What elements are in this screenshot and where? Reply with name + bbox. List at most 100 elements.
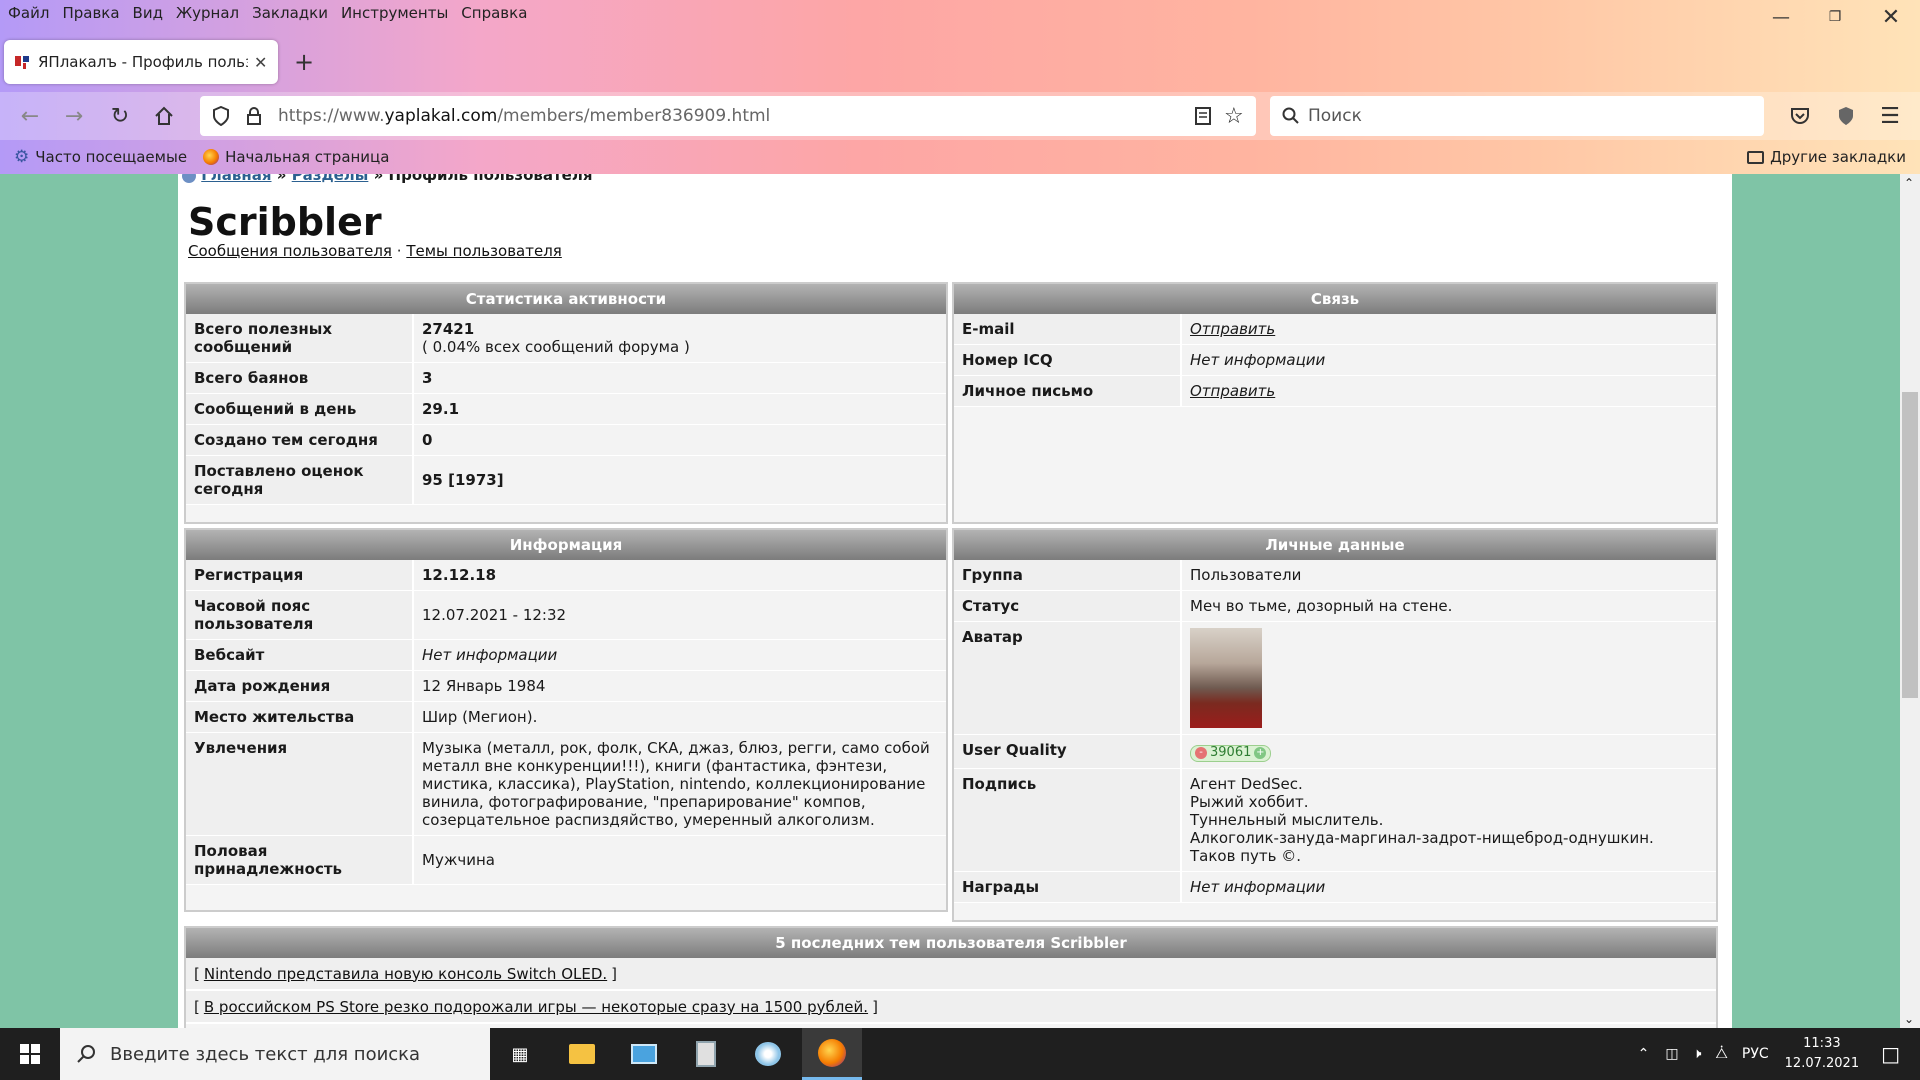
paint-button[interactable] <box>738 1028 798 1080</box>
personal-header: Личные данные <box>954 530 1716 560</box>
back-button[interactable]: ← <box>16 102 44 130</box>
row-label: Место жительства <box>186 702 414 732</box>
forward-button[interactable]: → <box>60 102 88 130</box>
user-quality-badge: - 39061 + <box>1190 744 1272 762</box>
start-button[interactable] <box>0 1028 60 1080</box>
row-label: Регистрация <box>186 560 414 590</box>
vertical-scrollbar[interactable]: ⌃ ⌄ <box>1900 174 1920 1028</box>
scroll-down-icon[interactable]: ⌄ <box>1904 1012 1914 1026</box>
table-row: Половая принадлежность Мужчина <box>186 836 946 885</box>
breadcrumb-home[interactable]: Главная <box>201 174 271 184</box>
topic-link[interactable]: Nintendo представила новую консоль Switc… <box>204 965 607 983</box>
clock[interactable]: 11:33 12.07.2021 <box>1785 1034 1859 1074</box>
user-topics-link[interactable]: Темы пользователя <box>406 242 562 260</box>
bookmark-star-icon[interactable]: ☆ <box>1224 104 1244 129</box>
total-posts-share: ( 0.04% всех сообщений форума ) <box>422 338 690 356</box>
explorer-button[interactable] <box>552 1028 612 1080</box>
clock-time: 11:33 <box>1803 1036 1841 1051</box>
bracket: ] <box>872 997 878 1016</box>
close-window-button[interactable]: ✕ <box>1862 0 1920 34</box>
new-tab-button[interactable]: + <box>294 48 314 76</box>
breadcrumb-sections[interactable]: Разделы <box>292 174 369 184</box>
table-row: Место жительства Шир (Мегион). <box>186 702 946 733</box>
control-panel-icon <box>631 1044 657 1064</box>
private-message-link[interactable]: Отправить <box>1182 376 1716 406</box>
bookmark-home-label: Начальная страница <box>225 148 390 166</box>
bookmark-other-label: Другие закладки <box>1770 148 1906 166</box>
lock-icon[interactable] <box>246 106 262 126</box>
list-item: [Nintendo представила новую консоль Swit… <box>186 958 1716 991</box>
address-bar[interactable]: https://www.yaplakal.com/members/member8… <box>200 96 1256 136</box>
task-view-button[interactable]: ▦ <box>490 1028 550 1080</box>
table-row: Создано тем сегодня 0 <box>186 425 946 456</box>
calculator-icon <box>696 1041 716 1067</box>
app-menu-button[interactable]: ☰ <box>1876 102 1904 130</box>
info-header: Информация <box>186 530 946 560</box>
wifi-icon[interactable]: ⧊ <box>1715 1046 1728 1062</box>
list-item: [В российском PS Store резко подорожали … <box>186 991 1716 1024</box>
scroll-thumb[interactable] <box>1902 392 1918 698</box>
menu-tools[interactable]: Инструменты <box>341 4 448 22</box>
firefox-taskbar-button[interactable] <box>802 1028 862 1080</box>
info-panel: Информация Регистрация 12.12.18 Часовой п… <box>184 528 948 912</box>
taskbar-search-placeholder: Введите здесь текст для поиска <box>110 1043 421 1065</box>
table-row: Часовой пояс пользователя 12.07.2021 - 12… <box>186 591 946 640</box>
menu-file[interactable]: Файл <box>8 4 49 22</box>
bookmark-home[interactable]: Начальная страница <box>203 148 389 166</box>
row-value: 0 <box>414 425 946 455</box>
recent-topics-panel: 5 последних тем пользователя Scribbler [… <box>184 926 1718 1028</box>
network-device-icon[interactable]: ◫ <box>1665 1046 1678 1062</box>
page-title: Scribbler <box>188 200 382 244</box>
minimize-button[interactable]: — <box>1752 0 1810 34</box>
extension-button[interactable] <box>1832 102 1860 130</box>
rate-up-button[interactable]: + <box>1254 747 1267 759</box>
calculator-button[interactable] <box>676 1028 736 1080</box>
notifications-icon[interactable]: □ <box>1881 1042 1900 1066</box>
rate-down-button[interactable]: - <box>1195 747 1207 759</box>
gear-icon: ⚙ <box>14 147 30 167</box>
search-bar[interactable]: Поиск <box>1270 96 1764 136</box>
signature-line: Туннельный мыслитель. <box>1190 810 1384 829</box>
bookmark-frequent[interactable]: ⚙ Часто посещаемые <box>14 147 187 167</box>
url-text: https://www.yaplakal.com/members/member8… <box>278 106 771 126</box>
bookmark-other[interactable]: Другие закладки <box>1747 148 1906 166</box>
reload-button[interactable]: ↻ <box>106 102 134 130</box>
email-send-link[interactable]: Отправить <box>1182 314 1716 344</box>
row-label: E-mail <box>954 314 1182 344</box>
menu-edit[interactable]: Правка <box>62 4 119 22</box>
scroll-up-icon[interactable]: ⌃ <box>1904 176 1914 190</box>
menu-help[interactable]: Справка <box>461 4 527 22</box>
show-hidden-icons-icon[interactable]: ⌃ <box>1638 1046 1650 1062</box>
menu-history[interactable]: Журнал <box>176 4 239 22</box>
row-value: Мужчина <box>414 836 946 884</box>
table-row: Личное письмо Отправить <box>954 376 1716 407</box>
signature-line: Агент DedSec. <box>1190 774 1303 793</box>
bracket: [ <box>194 964 200 983</box>
reader-view-icon[interactable] <box>1194 106 1212 126</box>
control-panel-button[interactable] <box>614 1028 674 1080</box>
restore-button[interactable]: ❐ <box>1806 0 1864 34</box>
pocket-button[interactable] <box>1786 102 1814 130</box>
page-viewport: Главная » Разделы » Профиль пользователя… <box>0 174 1920 1028</box>
topic-link[interactable]: В российском PS Store резко подорожали и… <box>204 998 868 1016</box>
system-tray: ⌃ ◫ 🕨 ⧊ РУС 11:33 12.07.2021 □ <box>1638 1028 1920 1080</box>
table-row: Дата рождения 12 Январь 1984 <box>186 671 946 702</box>
row-value: 12 Январь 1984 <box>414 671 946 701</box>
tab-active[interactable]: ЯПлакалъ - Профиль пользов ✕ <box>4 40 278 84</box>
firefox-icon <box>203 149 220 165</box>
shield-icon[interactable] <box>212 106 230 126</box>
user-quality-value: 39061 <box>1210 745 1252 760</box>
home-button[interactable] <box>150 102 178 130</box>
tab-close-icon[interactable]: ✕ <box>254 53 267 72</box>
menu-view[interactable]: Вид <box>133 4 163 22</box>
menu-bar: Файл Правка Вид Журнал Закладки Инструме… <box>0 0 1920 26</box>
row-label: Группа <box>954 560 1182 590</box>
breadcrumb: Главная » Разделы » Профиль пользователя <box>182 174 592 184</box>
user-posts-link[interactable]: Сообщения пользователя <box>188 242 392 260</box>
volume-icon[interactable]: 🕨 <box>1693 1046 1702 1062</box>
table-row: Сообщений в день 29.1 <box>186 394 946 425</box>
taskbar-search[interactable]: Введите здесь текст для поиска <box>60 1028 490 1080</box>
row-label: Награды <box>954 871 1182 902</box>
menu-bookmarks[interactable]: Закладки <box>252 4 328 22</box>
keyboard-language[interactable]: РУС <box>1742 1046 1769 1062</box>
